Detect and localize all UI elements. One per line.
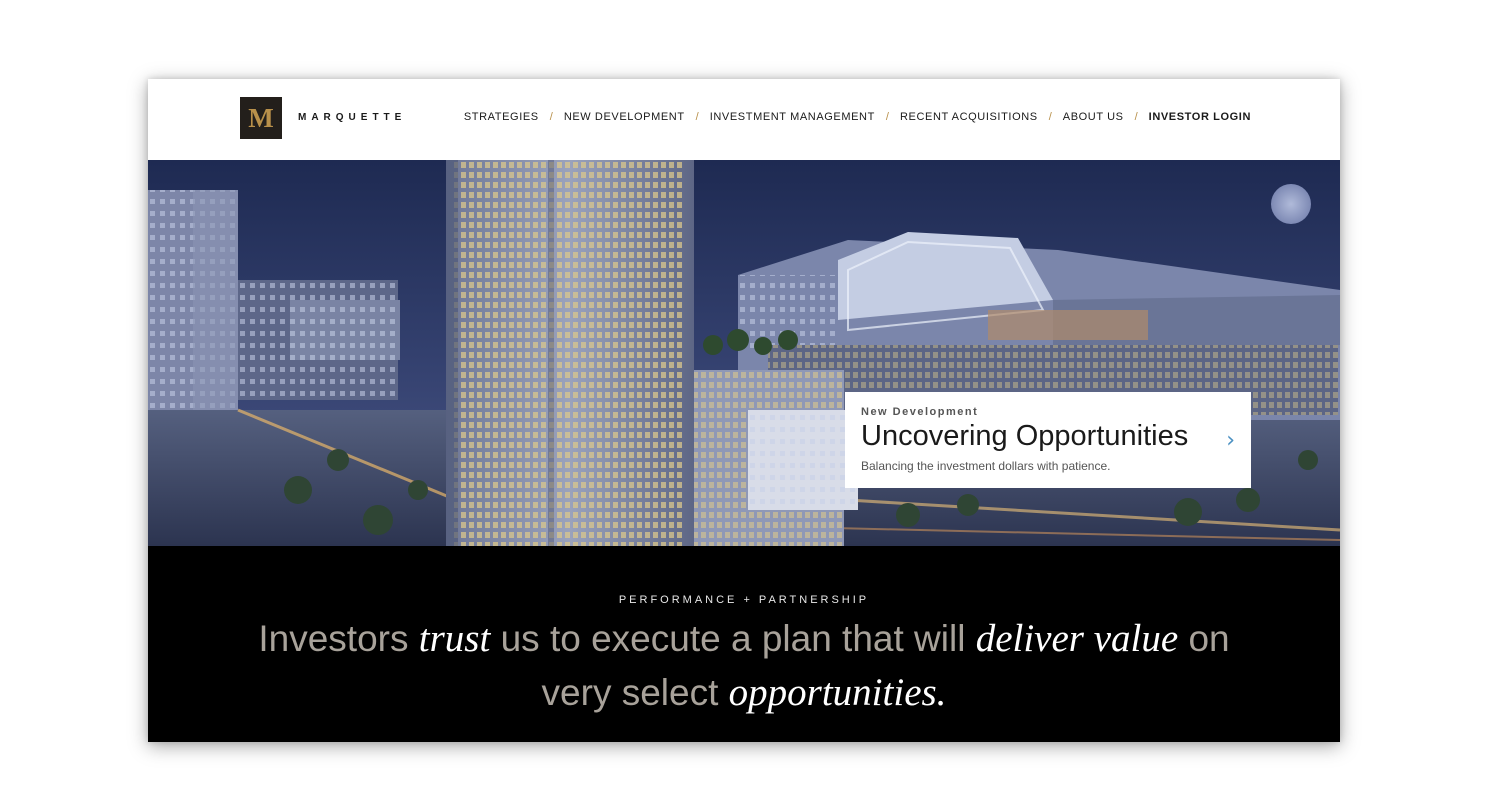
main-nav: STRATEGIES / NEW DEVELOPMENT / INVESTMEN…	[464, 111, 1251, 123]
nav-item-investor-login[interactable]: INVESTOR LOGIN	[1149, 111, 1251, 123]
nav-item-strategies[interactable]: STRATEGIES	[464, 111, 539, 123]
nav-separator: /	[549, 111, 553, 123]
nav-item-about-us[interactable]: ABOUT US	[1063, 111, 1124, 123]
callout-subtitle: Balancing the investment dollars with pa…	[861, 459, 1111, 473]
nav-item-investment-management[interactable]: INVESTMENT MANAGEMENT	[710, 111, 875, 123]
tagline-eyebrow: PERFORMANCE + PARTNERSHIP	[618, 594, 870, 606]
tagline-emphasis: deliver value	[975, 617, 1179, 660]
hero-cityscape-image	[148, 160, 1340, 546]
nav-separator: /	[695, 111, 699, 123]
logo-letter: M	[248, 102, 274, 133]
nav-item-recent-acquisitions[interactable]: RECENT ACQUISITIONS	[900, 111, 1038, 123]
nav-separator: /	[1134, 111, 1138, 123]
feature-callout-card[interactable]: New Development Uncovering Opportunities…	[845, 392, 1251, 488]
site-header: M MARQUETTE STRATEGIES / NEW DEVELOPMENT…	[148, 79, 1340, 160]
nav-separator: /	[885, 111, 889, 123]
tagline-text: us to execute a plan that will	[490, 618, 976, 659]
browser-page: M MARQUETTE STRATEGIES / NEW DEVELOPMENT…	[148, 79, 1340, 742]
nav-separator: /	[1048, 111, 1052, 123]
chevron-right-icon[interactable]: ›	[1226, 428, 1235, 453]
tagline-emphasis: trust	[418, 617, 491, 660]
tagline-emphasis: opportunities.	[728, 671, 947, 714]
tagline-line-1: Investors trust us to execute a plan tha…	[148, 616, 1340, 661]
tagline-text: on	[1178, 618, 1230, 659]
callout-eyebrow: New Development	[861, 406, 979, 418]
logo[interactable]: M	[240, 97, 282, 139]
nav-item-new-development[interactable]: NEW DEVELOPMENT	[564, 111, 685, 123]
tagline-line-2: very select opportunities.	[148, 670, 1340, 715]
hero-banner: New Development Uncovering Opportunities…	[148, 160, 1340, 546]
tagline-text: very select	[541, 672, 729, 713]
tagline-section: PERFORMANCE + PARTNERSHIP Investors trus…	[148, 546, 1340, 742]
callout-title[interactable]: Uncovering Opportunities	[861, 420, 1235, 453]
brand-wordmark[interactable]: MARQUETTE	[298, 112, 406, 123]
tagline-text: Investors	[258, 618, 419, 659]
